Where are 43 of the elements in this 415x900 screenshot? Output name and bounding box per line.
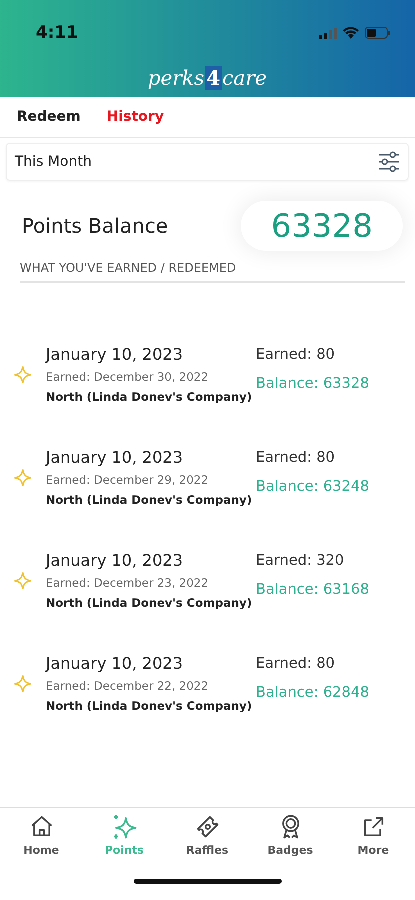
battery-icon (365, 27, 391, 39)
entry-date: January 10, 2023 (46, 448, 184, 467)
company-name: North (Linda Donev's Company) (46, 699, 254, 713)
filter-icon[interactable] (378, 151, 400, 173)
status-time: 4:11 (36, 23, 78, 43)
nav-tab[interactable]: Badges (256, 814, 326, 857)
app-logo: perks4care (148, 66, 268, 90)
earned-date: Earned: December 29, 2022 (46, 473, 210, 487)
running-balance: Balance: 63168 (256, 582, 370, 598)
signal-icon (319, 28, 337, 38)
sparkle-icon (12, 570, 34, 592)
running-balance: Balance: 63248 (256, 479, 370, 495)
earned-amount: Earned: 80 (256, 656, 336, 672)
sparkle-icon (12, 672, 34, 694)
entry-date: January 10, 2023 (46, 654, 184, 673)
balance-value: 63328 (241, 201, 403, 251)
sparkle-icon (12, 466, 34, 488)
earned-amount: Earned: 80 (256, 450, 336, 466)
ticket-icon (194, 814, 220, 840)
sparkle-icon (112, 814, 138, 840)
period-filter[interactable]: This Month (6, 143, 409, 181)
sparkle-icon (12, 364, 34, 386)
wifi-icon (343, 27, 359, 39)
nav-tab[interactable]: Home (6, 814, 76, 857)
company-name: North (Linda Donev's Company) (46, 493, 254, 507)
earned-amount: Earned: 320 (256, 553, 346, 569)
company-name: North (Linda Donev's Company) (46, 596, 254, 610)
running-balance: Balance: 62848 (256, 685, 370, 701)
entry-date: January 10, 2023 (46, 345, 184, 364)
balance-label: Points Balance (22, 214, 168, 238)
earned-date: Earned: December 23, 2022 (46, 576, 210, 590)
running-balance: Balance: 63328 (256, 376, 370, 392)
tab[interactable]: Redeem (17, 109, 81, 125)
tab[interactable]: History (106, 109, 164, 125)
company-name: North (Linda Donev's Company) (46, 390, 254, 404)
entry-date: January 10, 2023 (46, 551, 184, 570)
nav-tab[interactable]: Raffles (172, 814, 242, 857)
earned-amount: Earned: 80 (256, 347, 336, 363)
filter-value: This Month (15, 154, 92, 170)
earned-date: Earned: December 22, 2022 (46, 679, 210, 693)
section-label: WHAT YOU'VE EARNED / REDEEMED (20, 261, 405, 283)
earned-date: Earned: December 30, 2022 (46, 370, 210, 384)
nav-tab[interactable]: More (338, 814, 408, 857)
